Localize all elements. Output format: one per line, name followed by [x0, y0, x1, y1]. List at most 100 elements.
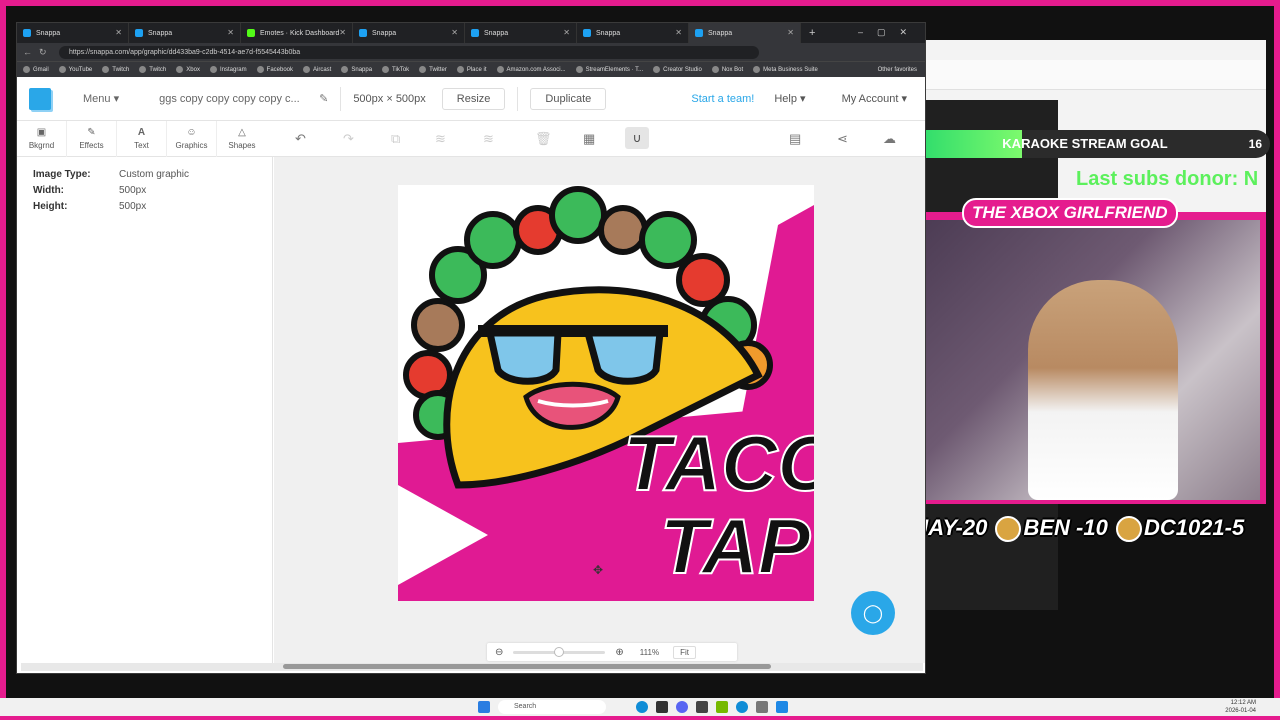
streamer [1028, 280, 1178, 500]
bookmark-item[interactable]: Place it [456, 66, 487, 73]
discord-icon[interactable] [676, 701, 688, 713]
bookmark-item[interactable]: Twitter [419, 66, 447, 73]
app-icon[interactable] [696, 701, 708, 713]
tool-graphics[interactable]: ☺ Graphics [167, 121, 217, 157]
download-icon[interactable]: ☁ [883, 131, 896, 147]
reload-icon[interactable]: ↻ [39, 47, 55, 58]
bookmark-favicon-icon [456, 66, 464, 73]
snap-magnet-icon[interactable]: ∪ [625, 127, 649, 149]
chat-icon: ◯ [862, 603, 884, 623]
properties-panel: Image Type: Custom graphic Width: 500px He… [17, 157, 273, 663]
divider [340, 86, 342, 111]
close-icon[interactable]: ✕ [227, 28, 234, 37]
bookmark-item[interactable]: Instagram [209, 66, 247, 73]
browser-tab-active[interactable]: Snappa ✕ [689, 23, 801, 43]
browser-tab[interactable]: Snappa ✕ [353, 23, 465, 43]
artboard[interactable]: TACO TAP [398, 185, 814, 601]
tool-shapes[interactable]: △ Shapes [217, 121, 267, 157]
browser-tab[interactable]: Emotes · Kick Dashboard ✕ [241, 23, 353, 43]
property-row: Height: 500px [33, 201, 147, 212]
new-tab-icon[interactable]: + [809, 27, 815, 39]
scrollbar-thumb[interactable] [283, 664, 771, 669]
bookmark-favicon-icon [653, 66, 661, 73]
zoom-in-icon[interactable]: ⊕ [615, 647, 623, 658]
app-icon[interactable] [756, 701, 768, 713]
terminal-icon[interactable] [656, 701, 668, 713]
horizontal-scrollbar[interactable] [21, 663, 923, 671]
canvas-dimensions: 500px × 500px [353, 92, 426, 105]
taco-text: TACO [623, 419, 814, 507]
taskbar-search[interactable]: Search [498, 700, 606, 714]
bookmark-favicon-icon [382, 66, 390, 73]
bookmark-item[interactable]: Amazon.com Associ... [496, 66, 566, 73]
resize-button[interactable]: Resize [441, 87, 506, 110]
document-name[interactable]: ggs copy copy copy copy c... [159, 93, 319, 105]
close-icon[interactable]: ✕ [563, 28, 570, 37]
medal-icon [1115, 516, 1142, 543]
snappa-favicon-icon [471, 29, 479, 37]
browser-tab[interactable]: Snappa ✕ [577, 23, 689, 43]
app-icon[interactable] [736, 701, 748, 713]
undo-icon[interactable]: ↶ [295, 131, 306, 147]
pencil-icon[interactable]: ✎ [319, 92, 328, 105]
window-controls[interactable]: –▢✕ [858, 27, 921, 38]
zoom-slider-handle[interactable] [554, 646, 565, 657]
close-icon[interactable]: ✕ [339, 28, 346, 37]
back-icon[interactable]: ← [23, 47, 39, 57]
app-icon[interactable] [776, 701, 788, 713]
browser-tab[interactable]: Snappa ✕ [465, 23, 577, 43]
bookmark-item[interactable]: Facebook [256, 66, 293, 73]
move-cursor-icon: ✥ [593, 563, 604, 577]
bookmark-favicon-icon [209, 66, 217, 73]
close-icon[interactable]: ✕ [675, 28, 682, 37]
property-row: Width: 500px [33, 185, 147, 196]
bookmark-item[interactable]: Gmail [23, 66, 49, 73]
bookmark-item[interactable]: Twitch [102, 66, 129, 73]
bookmark-item[interactable]: StreamElements · T... [575, 66, 643, 73]
bookmark-item[interactable]: TikTok [382, 66, 409, 73]
bookmark-item[interactable]: Nox Bot [711, 66, 743, 73]
other-favorites[interactable]: Other favorites [878, 67, 917, 73]
copy-icon[interactable]: ⧉ [391, 131, 400, 147]
delete-icon[interactable]: 🗑 [535, 131, 552, 147]
zoom-out-icon[interactable]: ⊖ [495, 647, 503, 658]
edge-icon[interactable] [636, 701, 648, 713]
overlay-frame-right [1274, 0, 1280, 720]
snappa-logo[interactable] [29, 87, 51, 110]
tool-effects[interactable]: ✎ Effects [67, 121, 117, 157]
menu-button[interactable]: Menu ▾ [83, 92, 119, 105]
browser-tab[interactable]: Snappa ✕ [129, 23, 241, 43]
close-icon[interactable]: ✕ [115, 28, 122, 37]
nvidia-icon[interactable] [716, 701, 728, 713]
webcam-feed [908, 220, 1260, 500]
bookmark-item[interactable]: Xbox [176, 66, 200, 73]
share-icon[interactable]: ⋖ [837, 131, 848, 147]
fit-button[interactable]: Fit [673, 645, 696, 659]
bookmark-item[interactable]: YouTube [58, 66, 92, 73]
bring-forward-icon[interactable]: ≋ [483, 131, 494, 147]
bookmark-item[interactable]: Aircast [303, 66, 331, 73]
start-icon[interactable] [478, 701, 490, 713]
support-chat-button[interactable]: ◯ [851, 591, 895, 635]
bookmark-item[interactable]: Creator Studio [653, 66, 702, 73]
tool-background[interactable]: ▣ Bkgrnd [17, 121, 67, 157]
bookmark-item[interactable]: Meta Business Suite [753, 66, 818, 73]
help-menu[interactable]: Help ▾ [774, 92, 805, 105]
tool-text[interactable]: A Text [117, 121, 167, 157]
url-field[interactable]: https://snappa.com/app/graphic/dd433ba9-… [59, 45, 759, 59]
bookmark-item[interactable]: Snappa [341, 66, 372, 73]
browser-tab[interactable]: Snappa ✕ [17, 23, 129, 43]
zoom-slider[interactable] [513, 646, 606, 657]
send-backward-icon[interactable]: ≋ [435, 131, 446, 147]
close-icon[interactable]: ✕ [451, 28, 458, 37]
start-team-link[interactable]: Start a team! [691, 93, 754, 105]
close-icon[interactable]: ✕ [787, 28, 794, 37]
grid-icon[interactable]: ▦ [583, 131, 595, 147]
save-icon[interactable]: ▤ [789, 131, 801, 147]
account-menu[interactable]: My Account ▾ [842, 92, 907, 105]
bookmark-item[interactable]: Twitch [139, 66, 166, 73]
ticker-entry-1: JAY-20 [916, 515, 988, 540]
duplicate-button[interactable]: Duplicate [530, 87, 607, 110]
smiley-icon: ☺ [186, 127, 197, 138]
redo-icon[interactable]: ↷ [343, 131, 354, 147]
